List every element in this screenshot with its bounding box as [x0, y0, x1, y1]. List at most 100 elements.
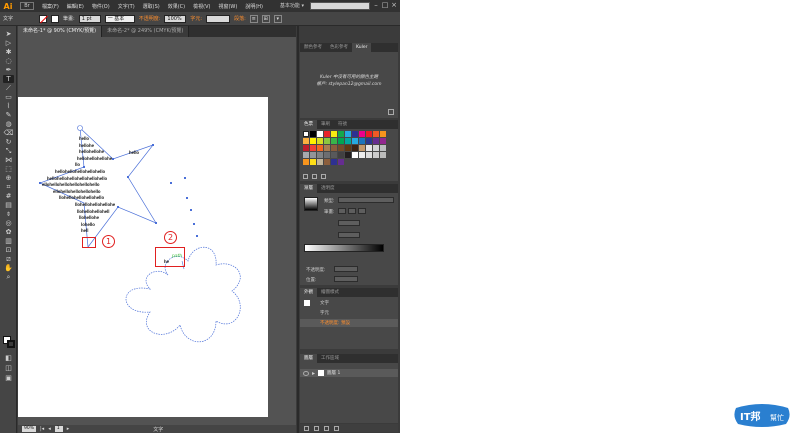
menu-view[interactable]: 檢視(V): [189, 3, 214, 10]
next-artboard-icon[interactable]: ▸: [67, 426, 70, 432]
menu-help[interactable]: 說明(H): [241, 3, 267, 10]
gradient-tool-icon[interactable]: ▤: [3, 201, 14, 209]
perspective-grid-tool-icon[interactable]: ⌗: [3, 183, 14, 191]
new-layer-icon[interactable]: [324, 425, 329, 431]
free-transform-tool-icon[interactable]: ⬚: [3, 165, 14, 173]
stroke-weight-field[interactable]: 1 pt: [78, 14, 101, 23]
transform-icon[interactable]: ⊞: [261, 14, 270, 23]
appearance-opacity[interactable]: 不透明度: 預設: [320, 320, 350, 326]
path-handle[interactable]: [77, 125, 83, 131]
menu-object[interactable]: 物件(O): [88, 3, 114, 10]
color-mode-icon[interactable]: ◧: [3, 354, 14, 362]
opacity-field[interactable]: 100%: [164, 14, 187, 23]
tab-symbols[interactable]: 符號: [334, 120, 351, 129]
menu-type[interactable]: 文字(T): [114, 3, 139, 10]
column-graph-tool-icon[interactable]: ▥: [3, 237, 14, 245]
stroke-profile-select[interactable]: 一 基本: [104, 14, 135, 23]
shape-builder-tool-icon[interactable]: ⊕: [3, 174, 14, 182]
workspace-switcher[interactable]: 基本功能 ▾: [280, 2, 304, 9]
draw-mode-icon[interactable]: ◫: [3, 364, 14, 372]
tab-document-2[interactable]: 未命名-2* @ 249% (CMYK/預覽): [102, 26, 190, 37]
pen-tool-icon[interactable]: ✒: [3, 66, 14, 74]
stroke-gradient-option-2[interactable]: [348, 208, 356, 214]
lasso-tool-icon[interactable]: ◌: [3, 57, 14, 65]
symbol-sprayer-tool-icon[interactable]: ✿: [3, 228, 14, 236]
tab-graphic-styles[interactable]: 繪圖樣式: [317, 288, 343, 297]
stroke-gradient-option-3[interactable]: [358, 208, 366, 214]
eraser-tool-icon[interactable]: ⌫: [3, 129, 14, 137]
menu-window[interactable]: 視窗(W): [214, 3, 241, 10]
close-icon[interactable]: ×: [390, 1, 398, 10]
magic-wand-tool-icon[interactable]: ✱: [3, 48, 14, 56]
minimize-icon[interactable]: –: [372, 1, 380, 10]
tab-transparency[interactable]: 透明度: [317, 184, 339, 193]
swatch-grid[interactable]: [303, 131, 386, 165]
gradient-opacity-field[interactable]: [334, 266, 358, 272]
character-link[interactable]: 字元:: [190, 15, 202, 22]
zoom-field[interactable]: 90%: [22, 426, 36, 432]
opacity-link[interactable]: 不透明度:: [139, 15, 161, 22]
eyedropper-tool-icon[interactable]: ⌽: [3, 210, 14, 218]
artboard-tool-icon[interactable]: ⊡: [3, 246, 14, 254]
gradient-aspect-field[interactable]: [338, 232, 360, 238]
delete-layer-icon[interactable]: [334, 425, 339, 431]
delete-swatch-icon[interactable]: [321, 174, 326, 179]
tab-kuler[interactable]: Kuler: [352, 43, 372, 52]
line-tool-icon[interactable]: ⟋: [3, 84, 14, 92]
font-select[interactable]: [206, 14, 231, 23]
appearance-opacity-row[interactable]: 不透明度: 預設: [300, 319, 398, 327]
gradient-angle-field[interactable]: [338, 220, 360, 226]
zoom-tool-icon[interactable]: ⌕: [3, 273, 14, 281]
menu-edit[interactable]: 編輯(E): [63, 3, 88, 10]
artboard-number-field[interactable]: 1: [54, 426, 63, 432]
layer-name[interactable]: 圖層 1: [327, 370, 340, 376]
paintbrush-tool-icon[interactable]: ⌇: [3, 102, 14, 110]
menu-select[interactable]: 選取(S): [139, 3, 164, 10]
direct-selection-tool-icon[interactable]: ▷: [3, 39, 14, 47]
tab-artboards[interactable]: 工作區域: [317, 354, 343, 363]
tab-appearance[interactable]: 外觀: [300, 288, 317, 297]
tab-swatches[interactable]: 色票: [300, 120, 317, 129]
scale-tool-icon[interactable]: ⤡: [3, 147, 14, 155]
new-swatch-icon[interactable]: [312, 174, 317, 179]
make-clipping-mask-icon[interactable]: [304, 425, 309, 431]
tab-color-reference[interactable]: 色彩參考: [326, 43, 352, 52]
stroke-swatch[interactable]: [51, 14, 60, 23]
fill-swatch[interactable]: [39, 14, 48, 23]
prev-artboard-icon[interactable]: ◂: [48, 426, 51, 432]
gradient-slider[interactable]: [304, 244, 384, 252]
pencil-tool-icon[interactable]: ✎: [3, 111, 14, 119]
tab-layers[interactable]: 圖層: [300, 354, 317, 363]
appearance-characters[interactable]: 字元: [320, 310, 329, 316]
type-tool-icon[interactable]: T: [3, 75, 14, 83]
selection-tool-icon[interactable]: ➤: [3, 30, 14, 38]
slice-tool-icon[interactable]: ⧄: [3, 255, 14, 263]
visibility-eye-icon[interactable]: [303, 370, 309, 376]
tab-brushes[interactable]: 筆刷: [317, 120, 334, 129]
stroke-gradient-option-1[interactable]: [338, 208, 346, 214]
canvas-area[interactable]: path hello hellohe hellohellohe hellohel…: [18, 37, 296, 425]
kuler-refresh-icon[interactable]: [388, 109, 394, 115]
gradient-type-select[interactable]: [338, 197, 394, 203]
tab-document-1[interactable]: 未命名-1* @ 90% (CMYK/預覽): [18, 26, 103, 37]
width-tool-icon[interactable]: ⋈: [3, 156, 14, 164]
help-search-input[interactable]: [310, 2, 370, 10]
tab-gradient[interactable]: 漸層: [300, 184, 317, 193]
tab-color-guide[interactable]: 顏色參考: [300, 43, 326, 52]
blob-brush-tool-icon[interactable]: ◍: [3, 120, 14, 128]
paragraph-link[interactable]: 段落:: [234, 15, 246, 22]
gradient-preview-icon[interactable]: [304, 197, 318, 211]
expand-arrow-icon[interactable]: ▸: [312, 370, 315, 377]
new-sublayer-icon[interactable]: [314, 425, 319, 431]
bridge-button[interactable]: Br: [20, 2, 34, 10]
maximize-icon[interactable]: □: [381, 1, 389, 10]
align-icon[interactable]: ≡: [249, 14, 258, 23]
hand-tool-icon[interactable]: ✋: [3, 264, 14, 272]
gradient-location-field[interactable]: [334, 276, 358, 282]
panel-menu-icon[interactable]: ▾: [273, 14, 282, 23]
swatch-library-icon[interactable]: [303, 174, 308, 179]
rectangle-tool-icon[interactable]: ▭: [3, 93, 14, 101]
first-artboard-icon[interactable]: |◂: [40, 426, 44, 432]
star-area-text[interactable]: hello hellohe hellohellohe hellohellohel…: [41, 136, 161, 235]
rotate-tool-icon[interactable]: ↻: [3, 138, 14, 146]
